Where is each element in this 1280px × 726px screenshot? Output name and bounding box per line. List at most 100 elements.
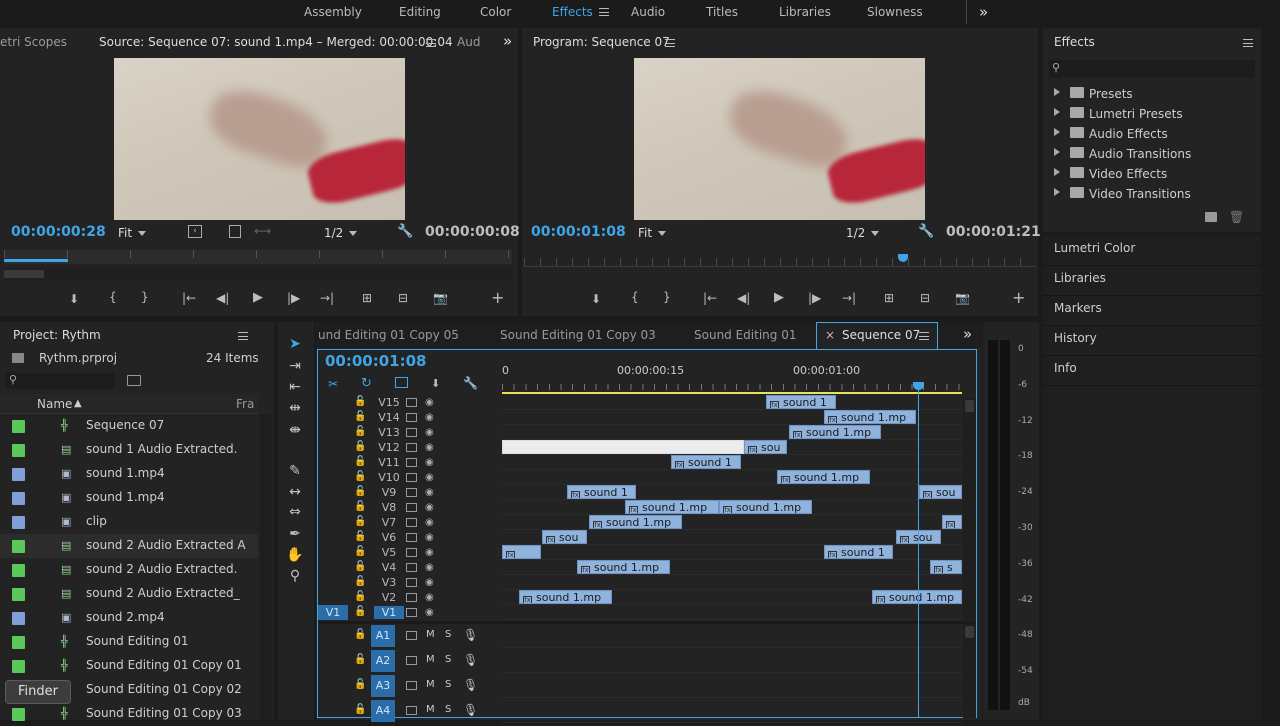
lock-track-icon[interactable]: 🔓 (354, 561, 366, 572)
video-track-header[interactable]: V1 🔓 V1 ◉ (318, 605, 502, 620)
timeline-menu-icon[interactable] (919, 332, 929, 340)
panel-markers[interactable]: Markers (1054, 301, 1102, 315)
sync-lock-icon[interactable] (406, 593, 417, 602)
program-timecode[interactable]: 00:00:01:08 (531, 224, 626, 240)
new-bin-icon[interactable] (1205, 212, 1217, 222)
audio-track-header[interactable]: 🔓 A4 M S 🎙 (318, 699, 502, 723)
sync-lock-icon[interactable] (406, 578, 417, 587)
track-label[interactable]: V5 (374, 546, 404, 559)
timeline-scrollbar[interactable] (963, 398, 976, 622)
play-icon[interactable]: ▶ (253, 290, 263, 305)
label-color-swatch[interactable] (12, 636, 25, 649)
project-list-item[interactable]: ▤ sound 2 Audio Extracted A (0, 534, 258, 558)
mute-button[interactable]: M (426, 704, 435, 715)
track-select-tool-icon[interactable]: ⇥ (286, 358, 304, 376)
solo-button[interactable]: S (445, 679, 451, 690)
project-list-item[interactable]: ▣ sound 2.mp4 (0, 606, 258, 630)
mark-in-icon[interactable]: { (109, 290, 117, 304)
workspace-menu-icon[interactable] (599, 8, 609, 16)
mute-button[interactable]: M (426, 629, 435, 640)
video-track-header[interactable]: 🔓 V9 ◉ (318, 485, 502, 500)
label-color-swatch[interactable] (12, 444, 25, 457)
step-forward-icon[interactable]: |▶ (808, 291, 821, 305)
lock-track-icon[interactable]: 🔓 (354, 396, 366, 407)
step-forward-icon[interactable]: |▶ (287, 291, 300, 305)
panel-history[interactable]: History (1054, 331, 1097, 345)
video-track-lane[interactable] (502, 395, 962, 410)
effects-item-lumetri-presets[interactable]: Lumetri Presets (1050, 104, 1258, 124)
column-header-frame-rate[interactable]: Fra (236, 397, 254, 411)
export-frame-icon[interactable] (229, 225, 241, 238)
audio-track-target[interactable]: A2 (371, 650, 395, 672)
zoom-tool-icon[interactable]: ⚲ (286, 568, 304, 586)
label-color-swatch[interactable] (12, 708, 25, 721)
overwrite-icon[interactable]: ⊟ (398, 291, 408, 305)
mute-button[interactable]: M (426, 679, 435, 690)
source-timecode[interactable]: 00:00:00:28 (11, 224, 106, 240)
eye-icon[interactable]: ◉ (425, 592, 434, 603)
timeline-tab-sound-editing-01[interactable]: Sound Editing 01 (694, 328, 796, 342)
expand-arrow-icon[interactable] (1054, 88, 1060, 96)
step-back-icon[interactable]: ◀| (737, 291, 750, 305)
project-list-item[interactable]: ▣ clip (0, 510, 258, 534)
export-frame-camera-icon[interactable]: 📷 (433, 291, 448, 305)
eye-icon[interactable]: ◉ (425, 457, 434, 468)
track-label[interactable]: V1 (374, 606, 404, 619)
workspace-audio[interactable]: Audio (631, 5, 665, 19)
label-color-swatch[interactable] (12, 492, 25, 505)
label-color-swatch[interactable] (12, 540, 25, 553)
video-track-lane[interactable] (502, 470, 962, 485)
add-marker-icon[interactable]: ⬇ (591, 292, 601, 306)
nest-icon[interactable] (395, 377, 408, 388)
video-track-header[interactable]: 🔓 V8 ◉ (318, 500, 502, 515)
sync-lock-icon[interactable] (406, 518, 417, 527)
project-list-item[interactable]: ╬ Sound Editing 01 Copy 01 (0, 654, 258, 678)
label-color-swatch[interactable] (12, 612, 25, 625)
timeline-clip[interactable]: fx sound 1.mp (824, 410, 916, 424)
timeline-clip[interactable]: fx sound 1.mp (872, 590, 962, 604)
add-marker-icon[interactable]: ⬇ (69, 292, 79, 306)
timeline-clip[interactable]: fx sound 1.mp (719, 500, 812, 514)
selection-tool-icon[interactable]: ➤ (286, 336, 304, 354)
step-back-icon[interactable]: ◀| (216, 291, 229, 305)
timeline-clip[interactable]: fx sound 1.mp (625, 500, 719, 514)
mark-in-icon[interactable]: { (631, 290, 639, 304)
rolling-edit-tool-icon[interactable]: ⇹ (286, 400, 304, 418)
label-color-swatch[interactable] (12, 588, 25, 601)
new-search-bin-icon[interactable] (127, 375, 141, 386)
timeline-clip[interactable]: fx sound 1.mp (577, 560, 670, 574)
lock-track-icon[interactable]: 🔓 (354, 606, 366, 617)
video-track-header[interactable]: 🔓 V2 ◉ (318, 590, 502, 605)
video-track-header[interactable]: 🔓 V3 ◉ (318, 575, 502, 590)
source-resolution-select[interactable]: 1/2 (324, 226, 358, 240)
play-icon[interactable]: ▶ (774, 290, 784, 305)
extract-icon[interactable]: ⊟ (920, 291, 930, 305)
lock-track-icon[interactable]: 🔓 (354, 411, 366, 422)
lock-track-icon[interactable]: 🔓 (354, 576, 366, 587)
expand-arrow-icon[interactable] (1054, 108, 1060, 116)
label-color-swatch[interactable] (12, 468, 25, 481)
video-track-lane[interactable] (502, 425, 962, 440)
project-menu-icon[interactable] (238, 332, 248, 340)
timeline-clip[interactable]: fx sound 1 (824, 545, 893, 559)
track-label[interactable]: V10 (374, 471, 404, 484)
source-settings-wrench-icon[interactable]: 🔧 (397, 224, 413, 239)
microphone-icon[interactable]: 🎙 (463, 703, 478, 717)
audio-track-header[interactable]: 🔓 A1 M S 🎙 (318, 624, 502, 648)
video-track-header[interactable]: 🔓 V5 ◉ (318, 545, 502, 560)
tab-lumetri-scopes[interactable]: etri Scopes (0, 35, 67, 49)
video-track-header[interactable]: 🔓 V7 ◉ (318, 515, 502, 530)
project-list-item[interactable]: ╬ Sequence 07 (0, 414, 258, 438)
timeline-tab-sequence-07[interactable]: × Sequence 07 (816, 322, 938, 350)
lock-track-icon[interactable]: 🔓 (354, 501, 366, 512)
source-menu-icon[interactable] (426, 39, 436, 47)
label-color-swatch[interactable] (12, 564, 25, 577)
source-zoom-bar[interactable] (4, 259, 68, 262)
audio-scrollbar[interactable] (963, 624, 976, 718)
track-label[interactable]: V14 (374, 411, 404, 424)
source-fit-select[interactable]: Fit (118, 226, 147, 240)
timeline-tab-copy-03[interactable]: Sound Editing 01 Copy 03 (500, 328, 656, 342)
lift-icon[interactable]: ⊞ (884, 291, 894, 305)
slip-tool-icon[interactable]: ↔ (286, 484, 304, 502)
audio-track-lane[interactable] (502, 699, 962, 723)
